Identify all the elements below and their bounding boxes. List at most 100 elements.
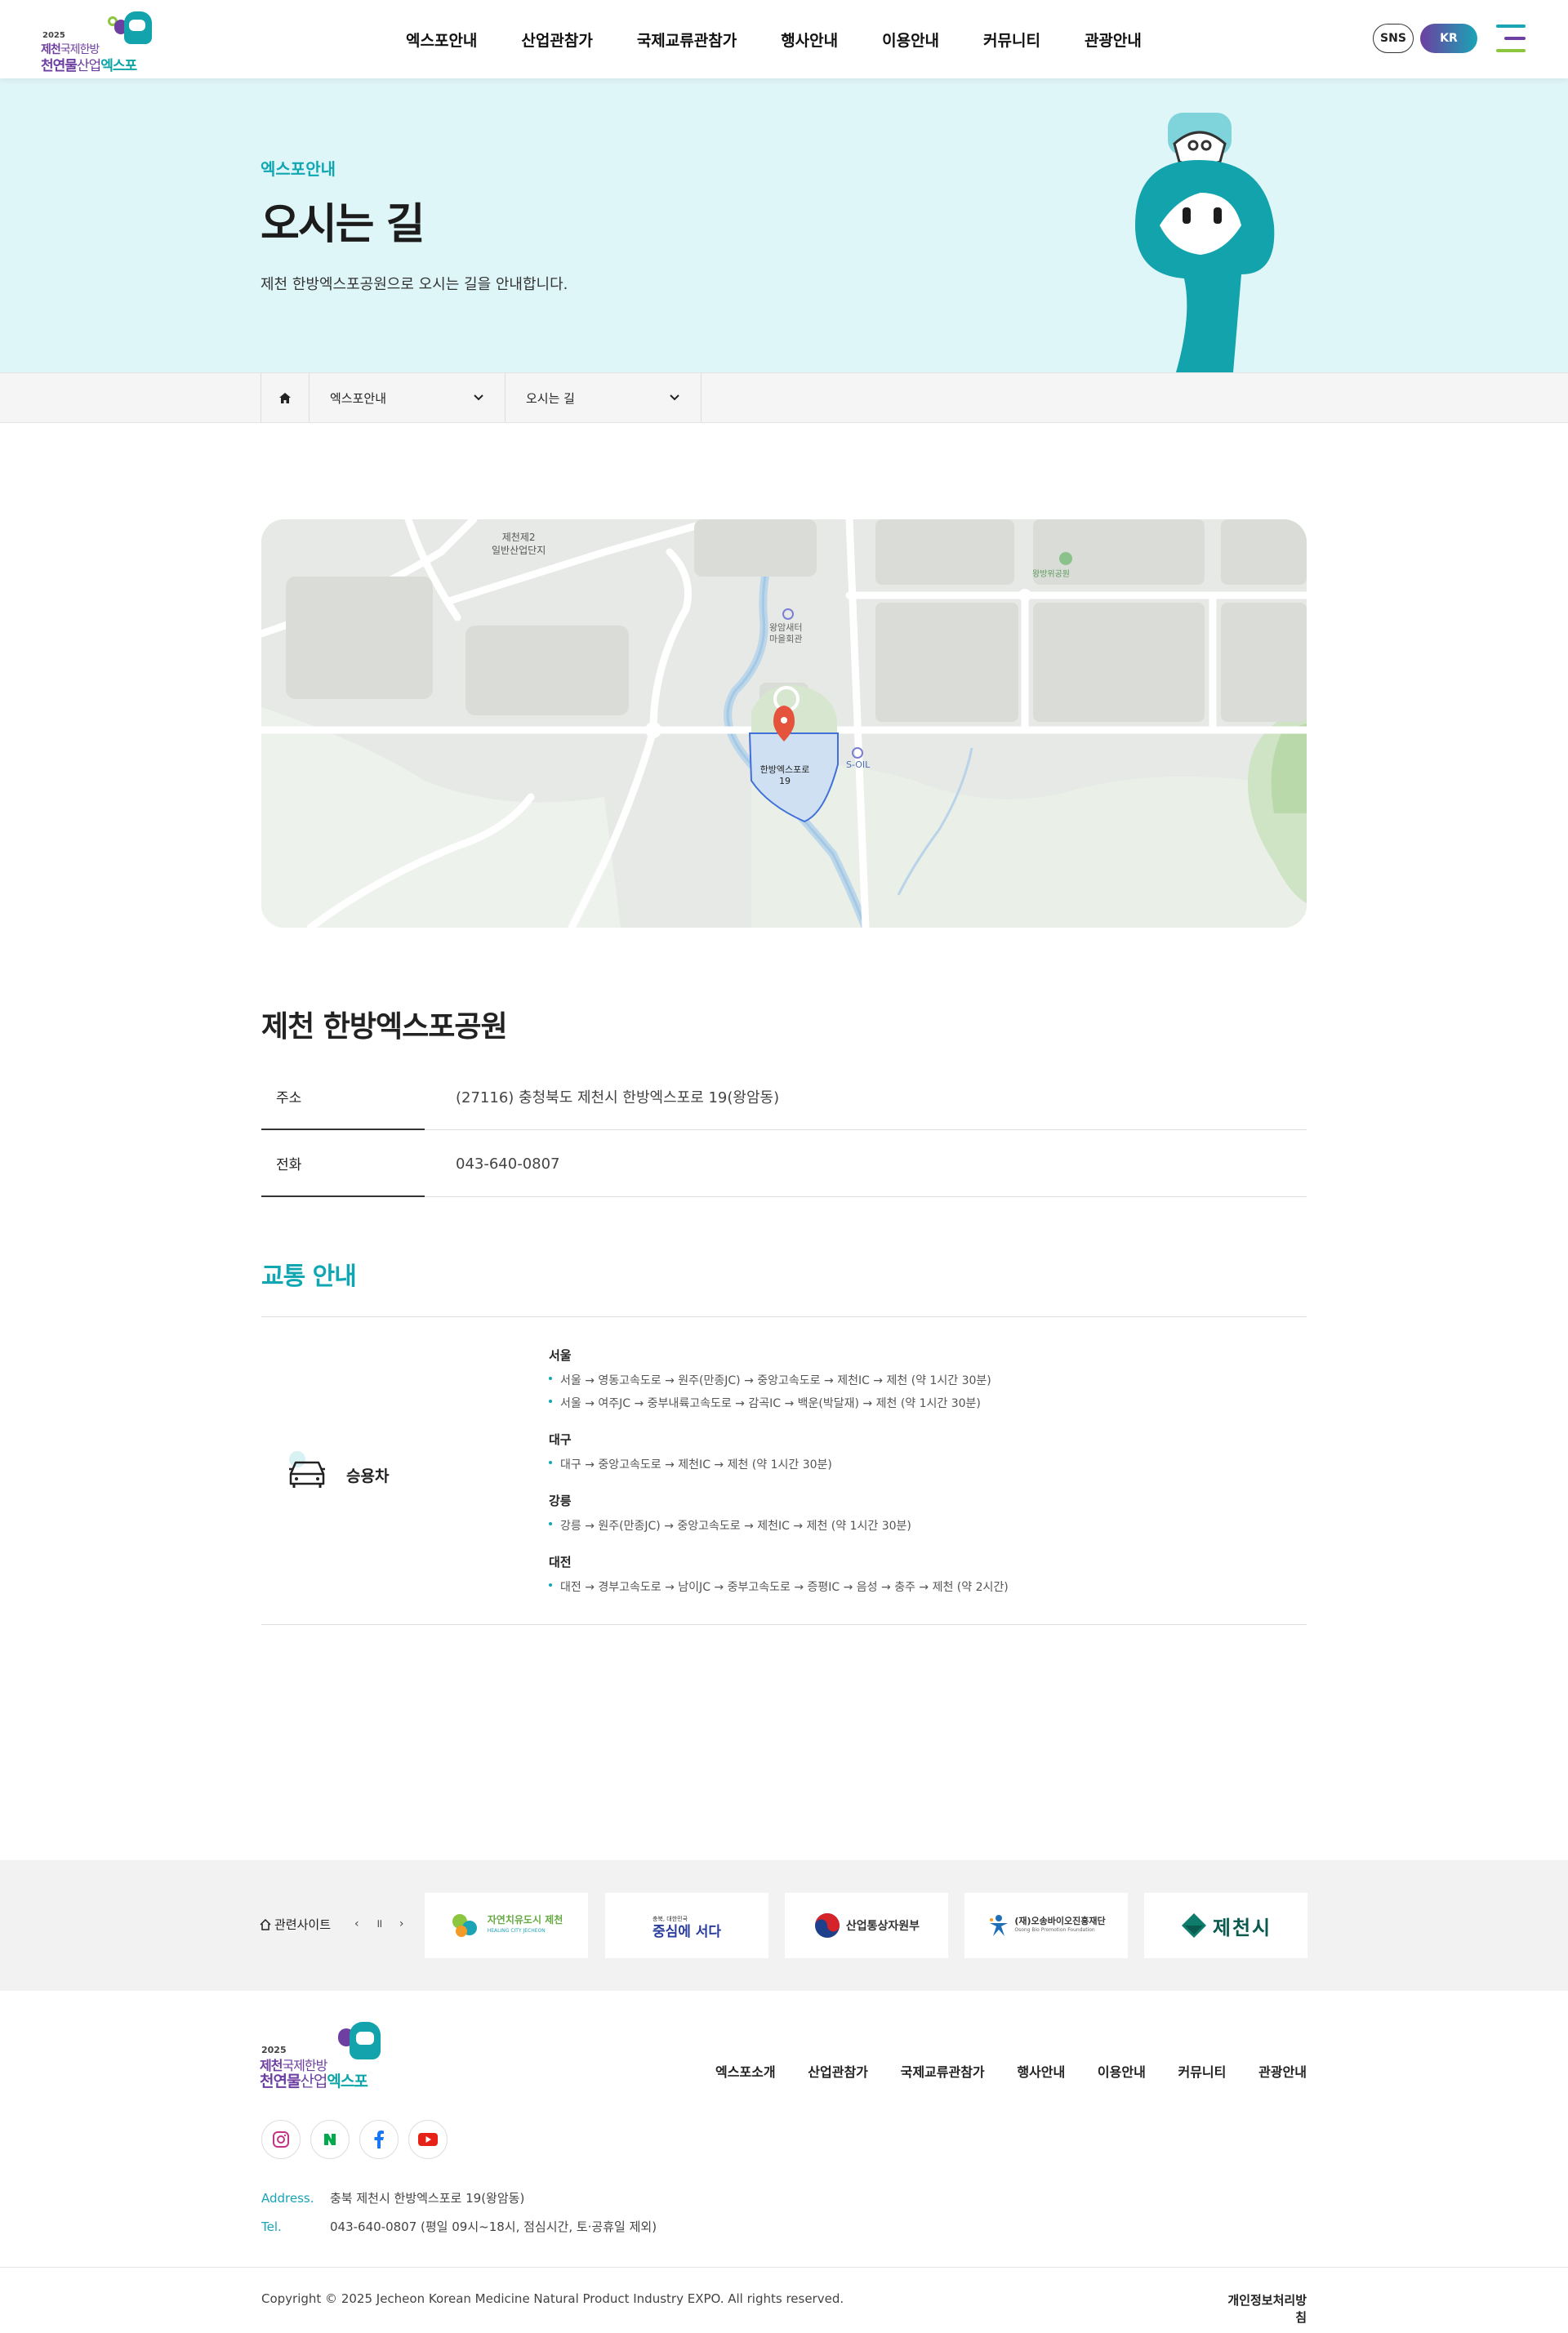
footer-nav: 엑스포소개 산업관참가 국제교류관참가 행사안내 이용안내 커뮤니티 관광안내 (715, 2061, 1307, 2081)
footer-logo-line2b: 산업 (300, 2073, 327, 2090)
social-links (261, 2120, 448, 2159)
location-info-table: 주소 (27116) 충청북도 제천시 한방엑스포로 19(왕암동) 전화 04… (261, 1063, 1307, 1197)
language-button[interactable]: KR (1420, 24, 1477, 53)
route-item: 서울 → 영동고속도로 → 원주(만종JC) → 중앙고속도로 → 제천IC →… (549, 1372, 1009, 1388)
map-label-line: 한방엑스포로 (760, 764, 810, 775)
location-map[interactable]: 제천제2 일반산업단지 왕암새터 마을회관 왕방위공원 S-OIL 한방엑스포로… (261, 519, 1307, 928)
person-logo-icon (990, 1915, 1009, 1936)
diamond-logo-icon (1181, 1913, 1206, 1938)
banner-text-block: 충북, 대한민국 중심에 서다 (653, 1912, 721, 1939)
related-sites-text: 관련사이트 (274, 1917, 332, 1932)
breadcrumb-depth1-label: 엑스포안내 (330, 390, 387, 406)
footer-address-label: Address. (261, 2191, 314, 2206)
privacy-policy-link[interactable]: 개인정보처리방침 (1217, 2291, 1307, 2326)
banner-jecheon-city[interactable]: 제천시 (1144, 1893, 1307, 1958)
footer-logo[interactable]: 2025 제천국제한방 천연물산업엑스포 (260, 2022, 382, 2090)
footer-nav-item[interactable]: 관광안내 (1258, 2061, 1307, 2081)
banner-text: 산업통상자원부 (845, 1920, 920, 1933)
nav-item-industry[interactable]: 산업관참가 (521, 29, 592, 51)
hamburger-icon[interactable] (1496, 24, 1526, 52)
site-logo[interactable]: 2025 제천국제한방 천연물산업엑스포 (39, 11, 154, 74)
banner-chungbuk[interactable]: 충북, 대한민국 중심에 서다 (605, 1893, 768, 1958)
logo-line2: 천연물산업엑스포 (41, 54, 137, 74)
footer-address: Address. 충북 제천시 한방엑스포로 19(왕암동) (261, 2189, 524, 2206)
info-row-phone: 전화 043-640-0807 (261, 1130, 1307, 1197)
naver-icon[interactable] (310, 2120, 350, 2159)
map-label-village-hall: 왕암새터 마을회관 (769, 622, 802, 645)
footer-nav-item[interactable]: 국제교류관참가 (901, 2061, 985, 2081)
route-group-daegu: 대구 대구 → 중앙고속도로 → 제천IC → 제천 (약 1시간 30분) (549, 1431, 1009, 1472)
route-item: 서울 → 여주JC → 중부내륙고속도로 → 감곡IC → 백운(박달재) → … (549, 1395, 1009, 1411)
banner-osong-bio[interactable]: (재)오송바이오진흥재단 Osong Bio Promotion Foundat… (964, 1893, 1128, 1958)
banner-text: 중심에 서다 (652, 1924, 722, 1940)
info-label: 전화 (261, 1130, 425, 1197)
chevron-down-icon (474, 394, 483, 401)
banner-jecheon-healing[interactable]: 자연치유도시 제천 HEALING CITY JECHEON (425, 1893, 588, 1958)
banner-motie[interactable]: 산업통상자원부 (785, 1893, 948, 1958)
footer-nav-item[interactable]: 엑스포소개 (715, 2061, 776, 2081)
route-item: 강릉 → 원주(만종JC) → 중앙고속도로 → 제천IC → 제천 (약 1시… (549, 1517, 1009, 1534)
footer-divider (0, 2267, 1568, 2268)
nav-item-community[interactable]: 커뮤니티 (983, 29, 1040, 51)
footer-logo-line2: 천연물산업엑스포 (260, 2069, 368, 2091)
facebook-icon[interactable] (359, 2120, 399, 2159)
info-value-address: (27116) 충청북도 제천시 한방엑스포로 19(왕암동) (456, 1089, 780, 1106)
traffic-title: 교통 안내 (261, 1262, 357, 1291)
home-outline-icon (260, 1918, 271, 1930)
footer-logo-line2c: 엑스포 (327, 2073, 368, 2090)
route-group-daejeon: 대전 대전 → 경부고속도로 → 남이JC → 중부고속도로 → 증평IC → … (549, 1553, 1009, 1595)
location-title: 제천 한방엑스포공원 (261, 1010, 508, 1044)
nav-item-expo[interactable]: 엑스포안내 (406, 29, 477, 51)
logo-mascot-teal (124, 11, 152, 44)
route-group-seoul: 서울 서울 → 영동고속도로 → 원주(만종JC) → 중앙고속도로 → 제천I… (549, 1347, 1009, 1411)
related-sites-controls[interactable]: ‹ ॥ › (354, 1916, 410, 1931)
info-label: 주소 (261, 1063, 425, 1130)
nav-item-events[interactable]: 행사안내 (781, 29, 838, 51)
map-label-line: 제천제2 (501, 532, 536, 543)
footer-nav-item[interactable]: 행사안내 (1017, 2061, 1065, 2081)
route-region: 서울 (549, 1348, 572, 1363)
route-item: 대전 → 경부고속도로 → 남이JC → 중부고속도로 → 증평IC → 음성 … (549, 1578, 1009, 1595)
nav-item-international[interactable]: 국제교류관참가 (637, 29, 737, 51)
page-title: 오시는 길 (261, 200, 425, 249)
map-label-park: 왕방위공원 (1032, 570, 1070, 579)
banner-text: (재)오송바이오진흥재단 (1014, 1916, 1106, 1926)
route-region: 대전 (549, 1555, 572, 1569)
footer-tel-label: Tel. (261, 2219, 282, 2234)
nav-item-tourism[interactable]: 관광안내 (1085, 29, 1142, 51)
footer-logo-mascot-teal (350, 2022, 381, 2059)
map-label-line: 왕암새터 (769, 622, 803, 633)
home-icon[interactable] (261, 373, 310, 422)
map-label-station: S-OIL (846, 759, 871, 770)
nav-item-guide[interactable]: 이용안내 (882, 29, 939, 51)
page-description: 제천 한방엑스포공원으로 오시는 길을 안내합니다. (261, 276, 568, 293)
footer-nav-item[interactable]: 이용안내 (1098, 2061, 1146, 2081)
breadcrumb-depth2-select[interactable]: 오시는 길 (506, 373, 702, 422)
footer-address-value: 충북 제천시 한방엑스포로 19(왕암동) (330, 2191, 525, 2206)
breadcrumb-depth1-select[interactable]: 엑스포안내 (310, 373, 506, 422)
banner-subtext: HEALING CITY JECHEON (487, 1928, 546, 1934)
sns-button[interactable]: SNS (1373, 24, 1414, 53)
map-label-line: 19 (779, 776, 791, 786)
footer-tel-value: 043-640-0807 (평일 09시~18시, 점심시간, 토·공휴일 제외… (330, 2219, 657, 2234)
breadcrumb-depth2-label: 오시는 길 (526, 390, 575, 406)
footer-nav-item[interactable]: 산업관참가 (808, 2061, 868, 2081)
banner-text-block: (재)오송바이오진흥재단 Osong Bio Promotion Foundat… (1014, 1917, 1105, 1935)
logo-line2c: 엑스포 (100, 58, 137, 74)
car-icon (289, 1451, 325, 1488)
chevron-down-icon (670, 394, 679, 401)
map-label-line: 마을회관 (769, 634, 803, 644)
site-header: 2025 제천국제한방 천연물산업엑스포 엑스포안내 산업관참가 국제교류관참가… (0, 0, 1568, 78)
banner-text-block: 자연치유도시 제천 HEALING CITY JECHEON (488, 1915, 564, 1936)
route-region: 강릉 (549, 1494, 572, 1508)
logo-line2a: 천연물 (41, 58, 78, 74)
main-nav: 엑스포안내 산업관참가 국제교류관참가 행사안내 이용안내 커뮤니티 관광안내 (384, 0, 1164, 78)
youtube-icon[interactable] (408, 2120, 448, 2159)
logo-line2b: 산업 (76, 58, 101, 74)
footer-nav-item[interactable]: 커뮤니티 (1178, 2061, 1226, 2081)
route-item: 대구 → 중앙고속도로 → 제천IC → 제천 (약 1시간 30분) (549, 1456, 1009, 1472)
info-row-address: 주소 (27116) 충청북도 제천시 한방엑스포로 19(왕암동) (261, 1063, 1307, 1130)
map-label-line: 일반산업단지 (492, 545, 546, 556)
instagram-icon[interactable] (261, 2120, 301, 2159)
leaf-logo-icon (452, 1914, 477, 1937)
